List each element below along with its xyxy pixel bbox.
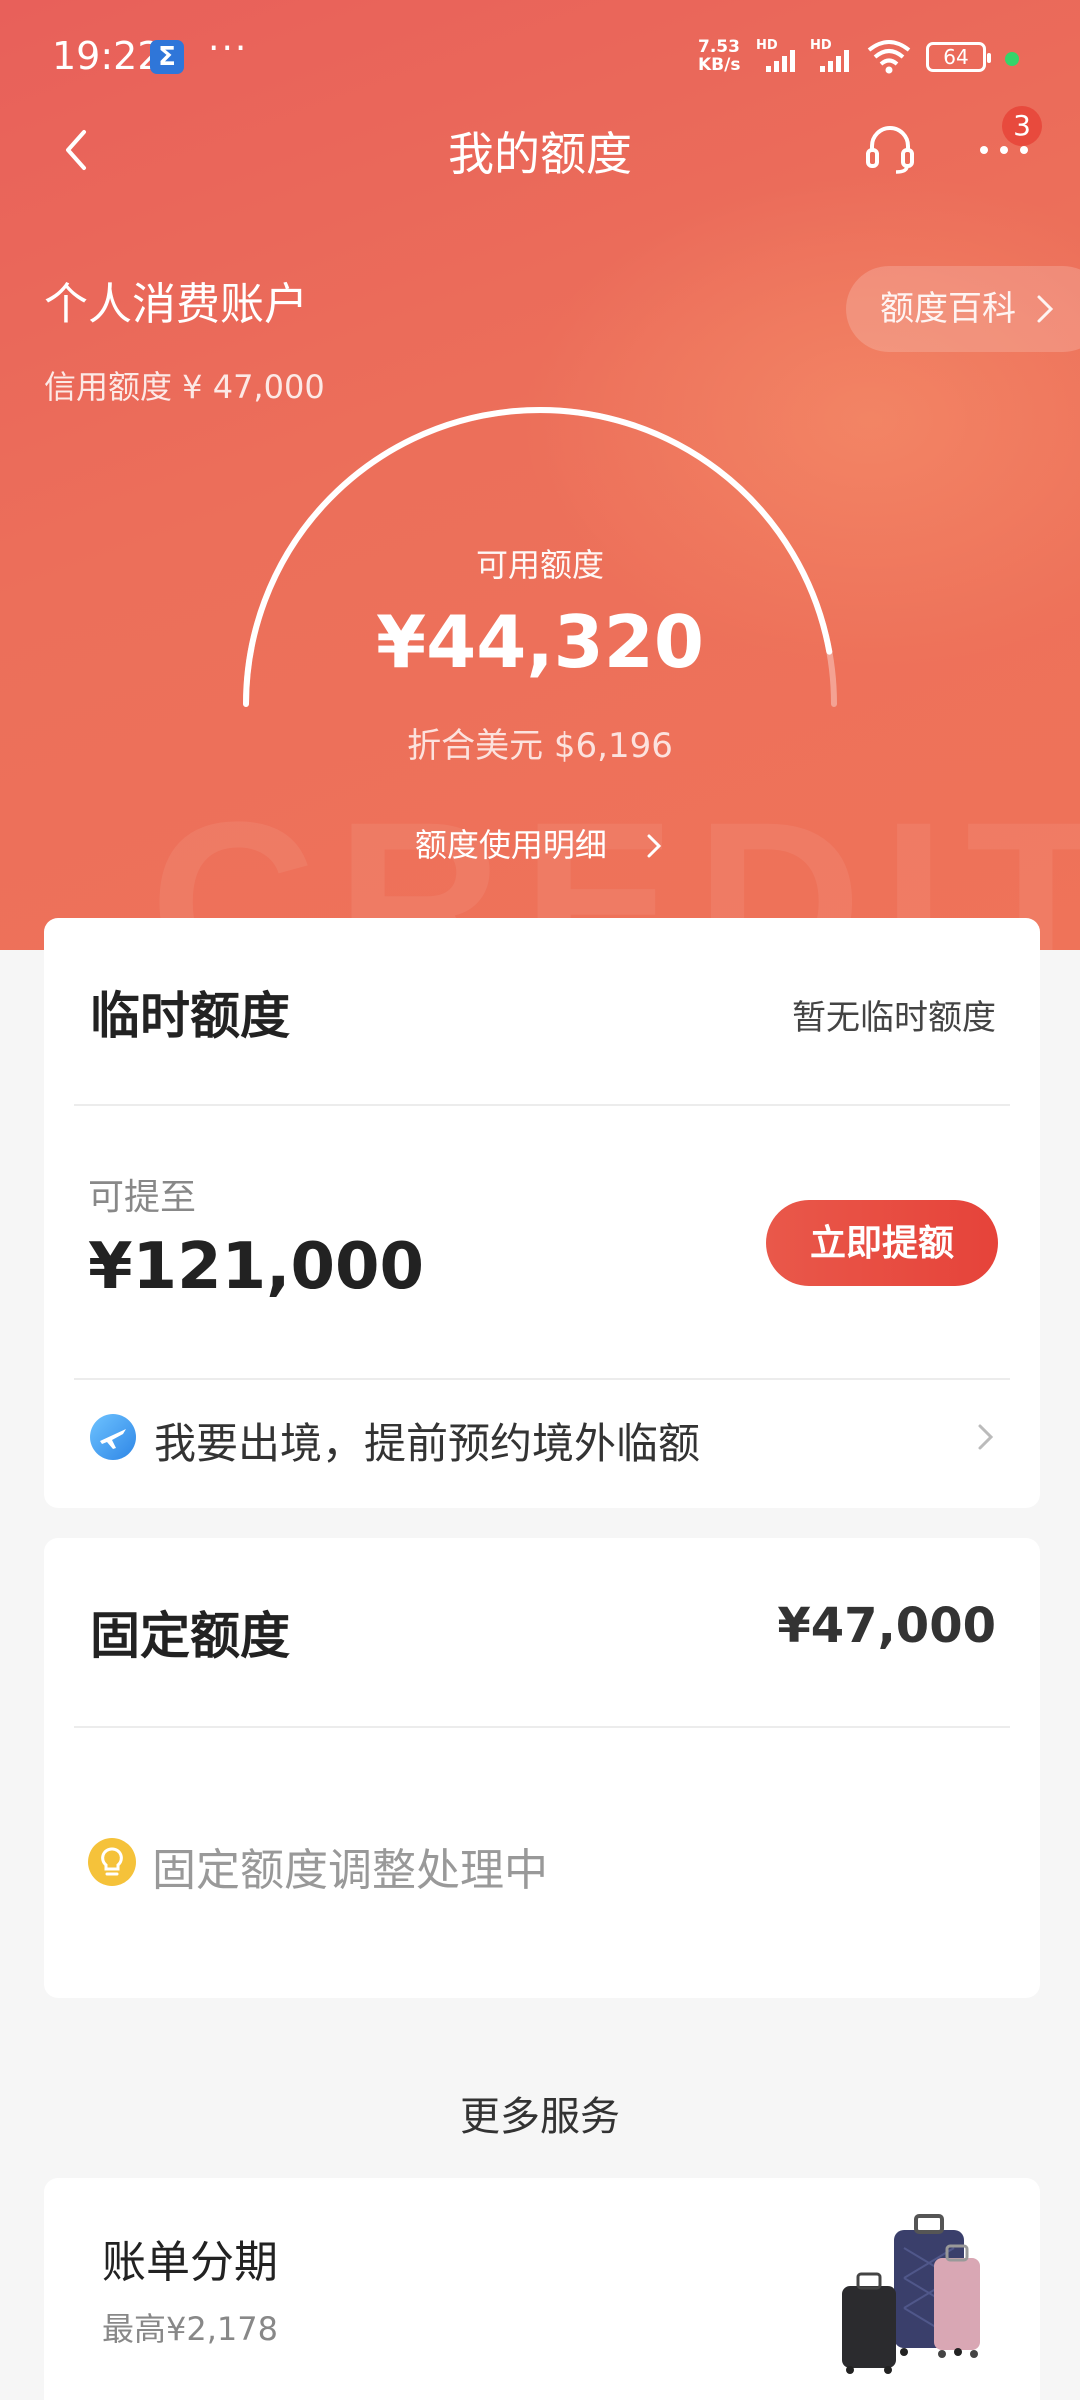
signal-icon: HD [810,38,856,72]
signal-icon: HD [756,38,802,72]
fixed-quota-title: 固定额度 [90,1607,290,1665]
chevron-right-icon [1037,295,1054,323]
net-speed-value: 7.53 [698,37,740,57]
wifi-icon [867,40,911,74]
status-time: 19:22 [52,34,162,78]
page-title: 我的额度 [448,127,632,181]
can-raise-value: ¥121,000 [88,1230,425,1304]
temp-quota-card: 临时额度 暂无临时额度 可提至 ¥121,000 立即提额 我要出境，提前预约境… [44,918,1040,1508]
installment-card[interactable]: 账单分期 最高¥2,178 [44,2178,1040,2400]
temp-quota-title: 临时额度 [90,987,290,1045]
sigma-app-icon: Σ [150,40,184,74]
available-value: ¥44,320 [376,600,704,684]
available-label: 可用额度 [475,546,604,584]
raise-quota-button[interactable]: 立即提额 [766,1200,998,1286]
chevron-right-icon [978,1424,994,1450]
status-more-dots: ··· [208,28,249,69]
installment-title: 账单分期 [102,2237,278,2288]
divider [74,1726,1010,1728]
overseas-quota-row[interactable]: 我要出境，提前预约境外临额 [44,1380,1040,1508]
account-name: 个人消费账户 [44,279,308,330]
fixed-quota-adjust-status: 固定额度调整处理中 [152,1845,548,1896]
quota-wiki-button[interactable]: 额度百科 [846,266,1080,352]
chevron-right-icon [647,834,662,858]
bulb-icon [88,1838,136,1886]
net-speed-unit: KB/s [698,55,741,75]
divider [74,1104,1010,1106]
usd-equivalent: 折合美元 $6,196 [407,726,673,766]
usage-detail-link[interactable]: 额度使用明细 [0,820,1080,866]
usage-detail-label: 额度使用明细 [414,826,607,864]
quota-wiki-label: 额度百科 [880,289,1016,329]
net-speed: 7.53 KB/s [698,38,740,74]
temp-quota-status: 暂无临时额度 [792,998,996,1038]
more-services-heading: 更多服务 [460,2094,620,2140]
fixed-quota-card: 固定额度 ¥47,000 固定额度调整处理中 [44,1538,1040,1998]
status-bar: 19:22 Σ ··· 7.53 KB/s HD HD 64 [0,0,1080,115]
luggage-icon [842,2214,980,2374]
plane-icon [90,1414,136,1460]
battery-icon: 64 [926,42,991,72]
privacy-indicator-dot [1005,52,1019,66]
can-raise-label: 可提至 [88,1177,197,1218]
fixed-quota-amount: ¥47,000 [777,1598,996,1654]
installment-subtitle: 最高¥2,178 [102,2310,278,2348]
overseas-quota-text: 我要出境，提前预约境外临额 [154,1419,701,1468]
notification-badge: 3 [1002,106,1042,146]
headset-icon[interactable] [862,120,918,176]
